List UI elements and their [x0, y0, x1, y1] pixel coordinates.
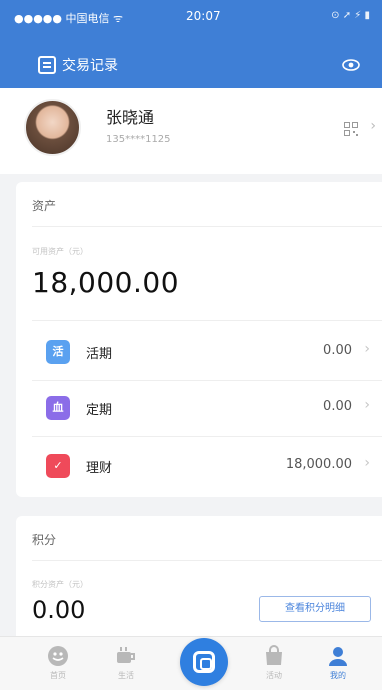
asset-row-value: 18,000.00 — [285, 457, 352, 472]
demand-deposit-icon: 活 — [46, 340, 70, 364]
asset-row-demand[interactable]: 活 活期 0.00 › — [32, 324, 382, 380]
status-icons: ⊙ ➚ ⚡ ▮ — [331, 10, 370, 21]
qr-code-icon[interactable] — [344, 122, 358, 136]
transaction-record-icon[interactable] — [38, 56, 56, 74]
divider — [32, 226, 382, 227]
chevron-right-icon: › — [364, 397, 370, 413]
wealth-management-icon: ✓ — [46, 454, 70, 478]
home-icon — [48, 646, 68, 666]
nav-bar: 交易记录 — [0, 42, 382, 88]
points-subtitle: 积分资产（元） — [32, 580, 88, 589]
tab-activity[interactable]: 活动 — [250, 641, 298, 689]
tab-label: 我的 — [330, 671, 346, 680]
asset-row-label: 活期 — [86, 347, 113, 362]
assets-card: 资产 可用资产（元） 18,000.00 活 活期 0.00 › 血 定期 0.… — [16, 182, 382, 497]
scan-center-button[interactable] — [180, 638, 228, 686]
points-card: 积分 积分资产（元） 0.00 查看积分明细 — [16, 516, 382, 646]
tab-label: 活动 — [266, 671, 282, 680]
fixed-deposit-icon: 血 — [46, 396, 70, 420]
tab-home[interactable]: 首页 — [34, 641, 82, 689]
asset-row-fixed[interactable]: 血 定期 0.00 › — [32, 380, 382, 436]
status-time: 20:07 — [186, 9, 221, 23]
scan-center-icon — [193, 651, 215, 673]
chevron-right-icon: › — [364, 341, 370, 357]
eye-icon[interactable] — [342, 57, 360, 73]
tab-label: 首页 — [50, 671, 66, 680]
asset-row-label: 理财 — [86, 461, 113, 476]
user-name: 张晓通 — [106, 108, 155, 127]
asset-row-value: 0.00 — [323, 343, 352, 358]
divider — [32, 436, 382, 437]
profile-header[interactable]: 张晓通 135****1125 › — [0, 88, 382, 174]
transaction-record-link[interactable]: 交易记录 — [62, 55, 118, 75]
divider — [32, 320, 382, 321]
tab-label: 生活 — [118, 671, 134, 680]
avatar[interactable] — [24, 99, 81, 156]
status-bar: ●●●●● 中国电信 ᯤ 20:07 ⊙ ➚ ⚡ ▮ — [0, 0, 382, 42]
chevron-right-icon: › — [364, 455, 370, 471]
assets-subtitle: 可用资产（元） — [32, 247, 88, 256]
user-icon — [329, 647, 347, 666]
points-title: 积分 — [32, 533, 57, 547]
bag-icon — [266, 645, 282, 665]
asset-row-wealth[interactable]: ✓ 理财 18,000.00 › — [32, 438, 382, 494]
carrier-text: ●●●●● 中国电信 ᯤ — [14, 12, 124, 25]
total-assets-amount: 18,000.00 — [32, 266, 180, 299]
asset-row-value: 0.00 — [323, 399, 352, 414]
divider — [32, 560, 382, 561]
chevron-right-icon[interactable]: › — [370, 118, 376, 134]
tab-life[interactable]: 生活 — [102, 641, 150, 689]
tab-mine[interactable]: 我的 — [314, 641, 362, 689]
user-phone: 135****1125 — [106, 134, 171, 145]
points-amount: 0.00 — [32, 596, 86, 624]
view-points-detail-button[interactable]: 查看积分明细 — [259, 596, 371, 622]
asset-row-label: 定期 — [86, 403, 113, 418]
coffee-icon — [117, 647, 135, 663]
assets-title: 资产 — [32, 199, 57, 213]
